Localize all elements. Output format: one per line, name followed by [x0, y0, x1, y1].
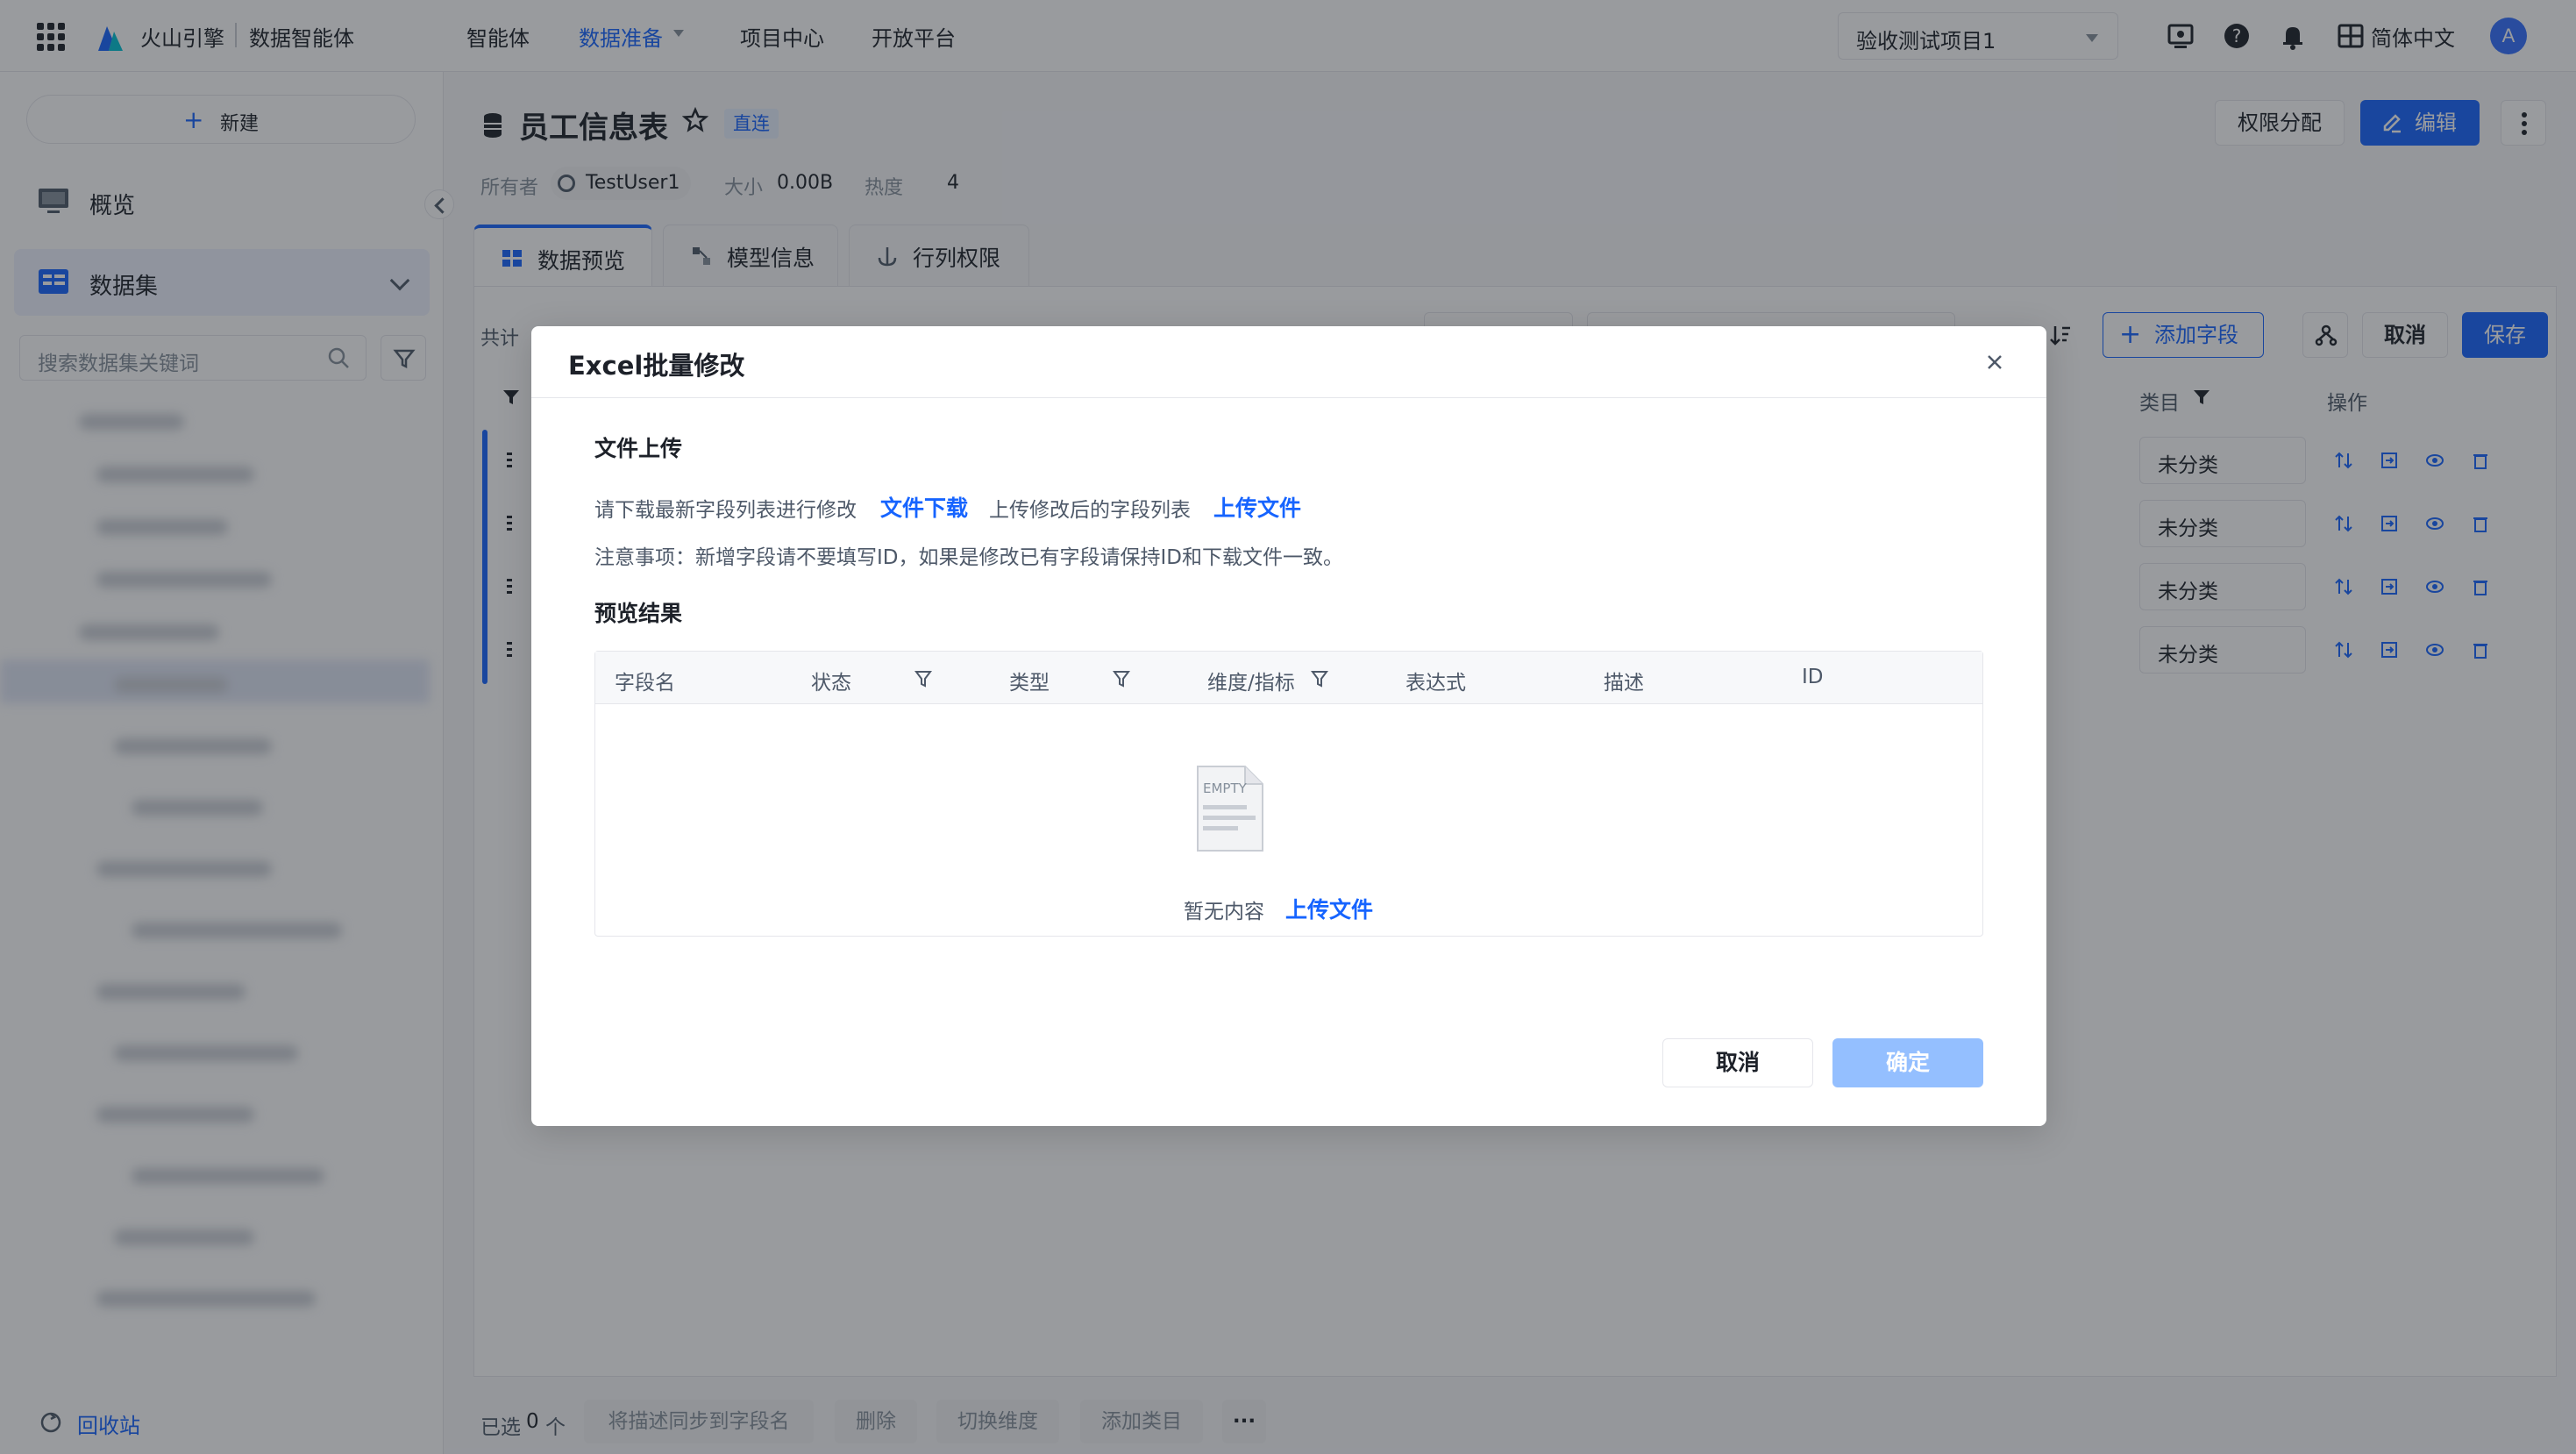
- preview-table-header: 字段名 状态 类型 维度/指标 表达式 描述 ID: [595, 652, 1982, 704]
- th-type: 类型: [1009, 672, 1050, 695]
- close-icon[interactable]: [1985, 353, 2004, 372]
- modal-title: Excel批量修改: [568, 351, 745, 381]
- download-hint: 请下载最新字段列表进行修改: [594, 499, 857, 522]
- th-expression: 表达式: [1405, 672, 1466, 695]
- empty-upload-link[interactable]: 上传文件: [1285, 893, 1373, 924]
- th-description: 描述: [1604, 672, 1644, 695]
- th-dimension-metric: 维度/指标: [1207, 672, 1295, 695]
- empty-text: 暂无内容: [1184, 901, 1264, 923]
- th-field-name: 字段名: [615, 672, 675, 695]
- filter-icon[interactable]: [1311, 669, 1328, 688]
- svg-text:EMPTY: EMPTY: [1203, 780, 1248, 796]
- notice-text: 注意事项：新增字段请不要填写ID，如果是修改已有字段请保持ID和下载文件一致。: [594, 546, 1343, 569]
- modal-confirm-button[interactable]: 确定: [1832, 1038, 1983, 1087]
- upload-section-title: 文件上传: [594, 436, 683, 461]
- download-file-link[interactable]: 文件下载: [880, 491, 968, 523]
- th-id: ID: [1802, 666, 1824, 688]
- excel-batch-modal: Excel批量修改 文件上传 请下载最新字段列表进行修改 文件下载 上传修改后的…: [531, 326, 2046, 1126]
- modal-cancel-button[interactable]: 取消: [1662, 1038, 1813, 1087]
- empty-file-icon: EMPTY: [1197, 766, 1263, 852]
- preview-section-title: 预览结果: [594, 601, 683, 626]
- upload-hint: 上传修改后的字段列表: [989, 499, 1191, 522]
- filter-icon[interactable]: [1113, 669, 1130, 688]
- th-status: 状态: [811, 672, 851, 695]
- upload-file-link[interactable]: 上传文件: [1213, 491, 1301, 523]
- modal-header: Excel批量修改: [531, 326, 2046, 398]
- filter-icon[interactable]: [914, 669, 932, 688]
